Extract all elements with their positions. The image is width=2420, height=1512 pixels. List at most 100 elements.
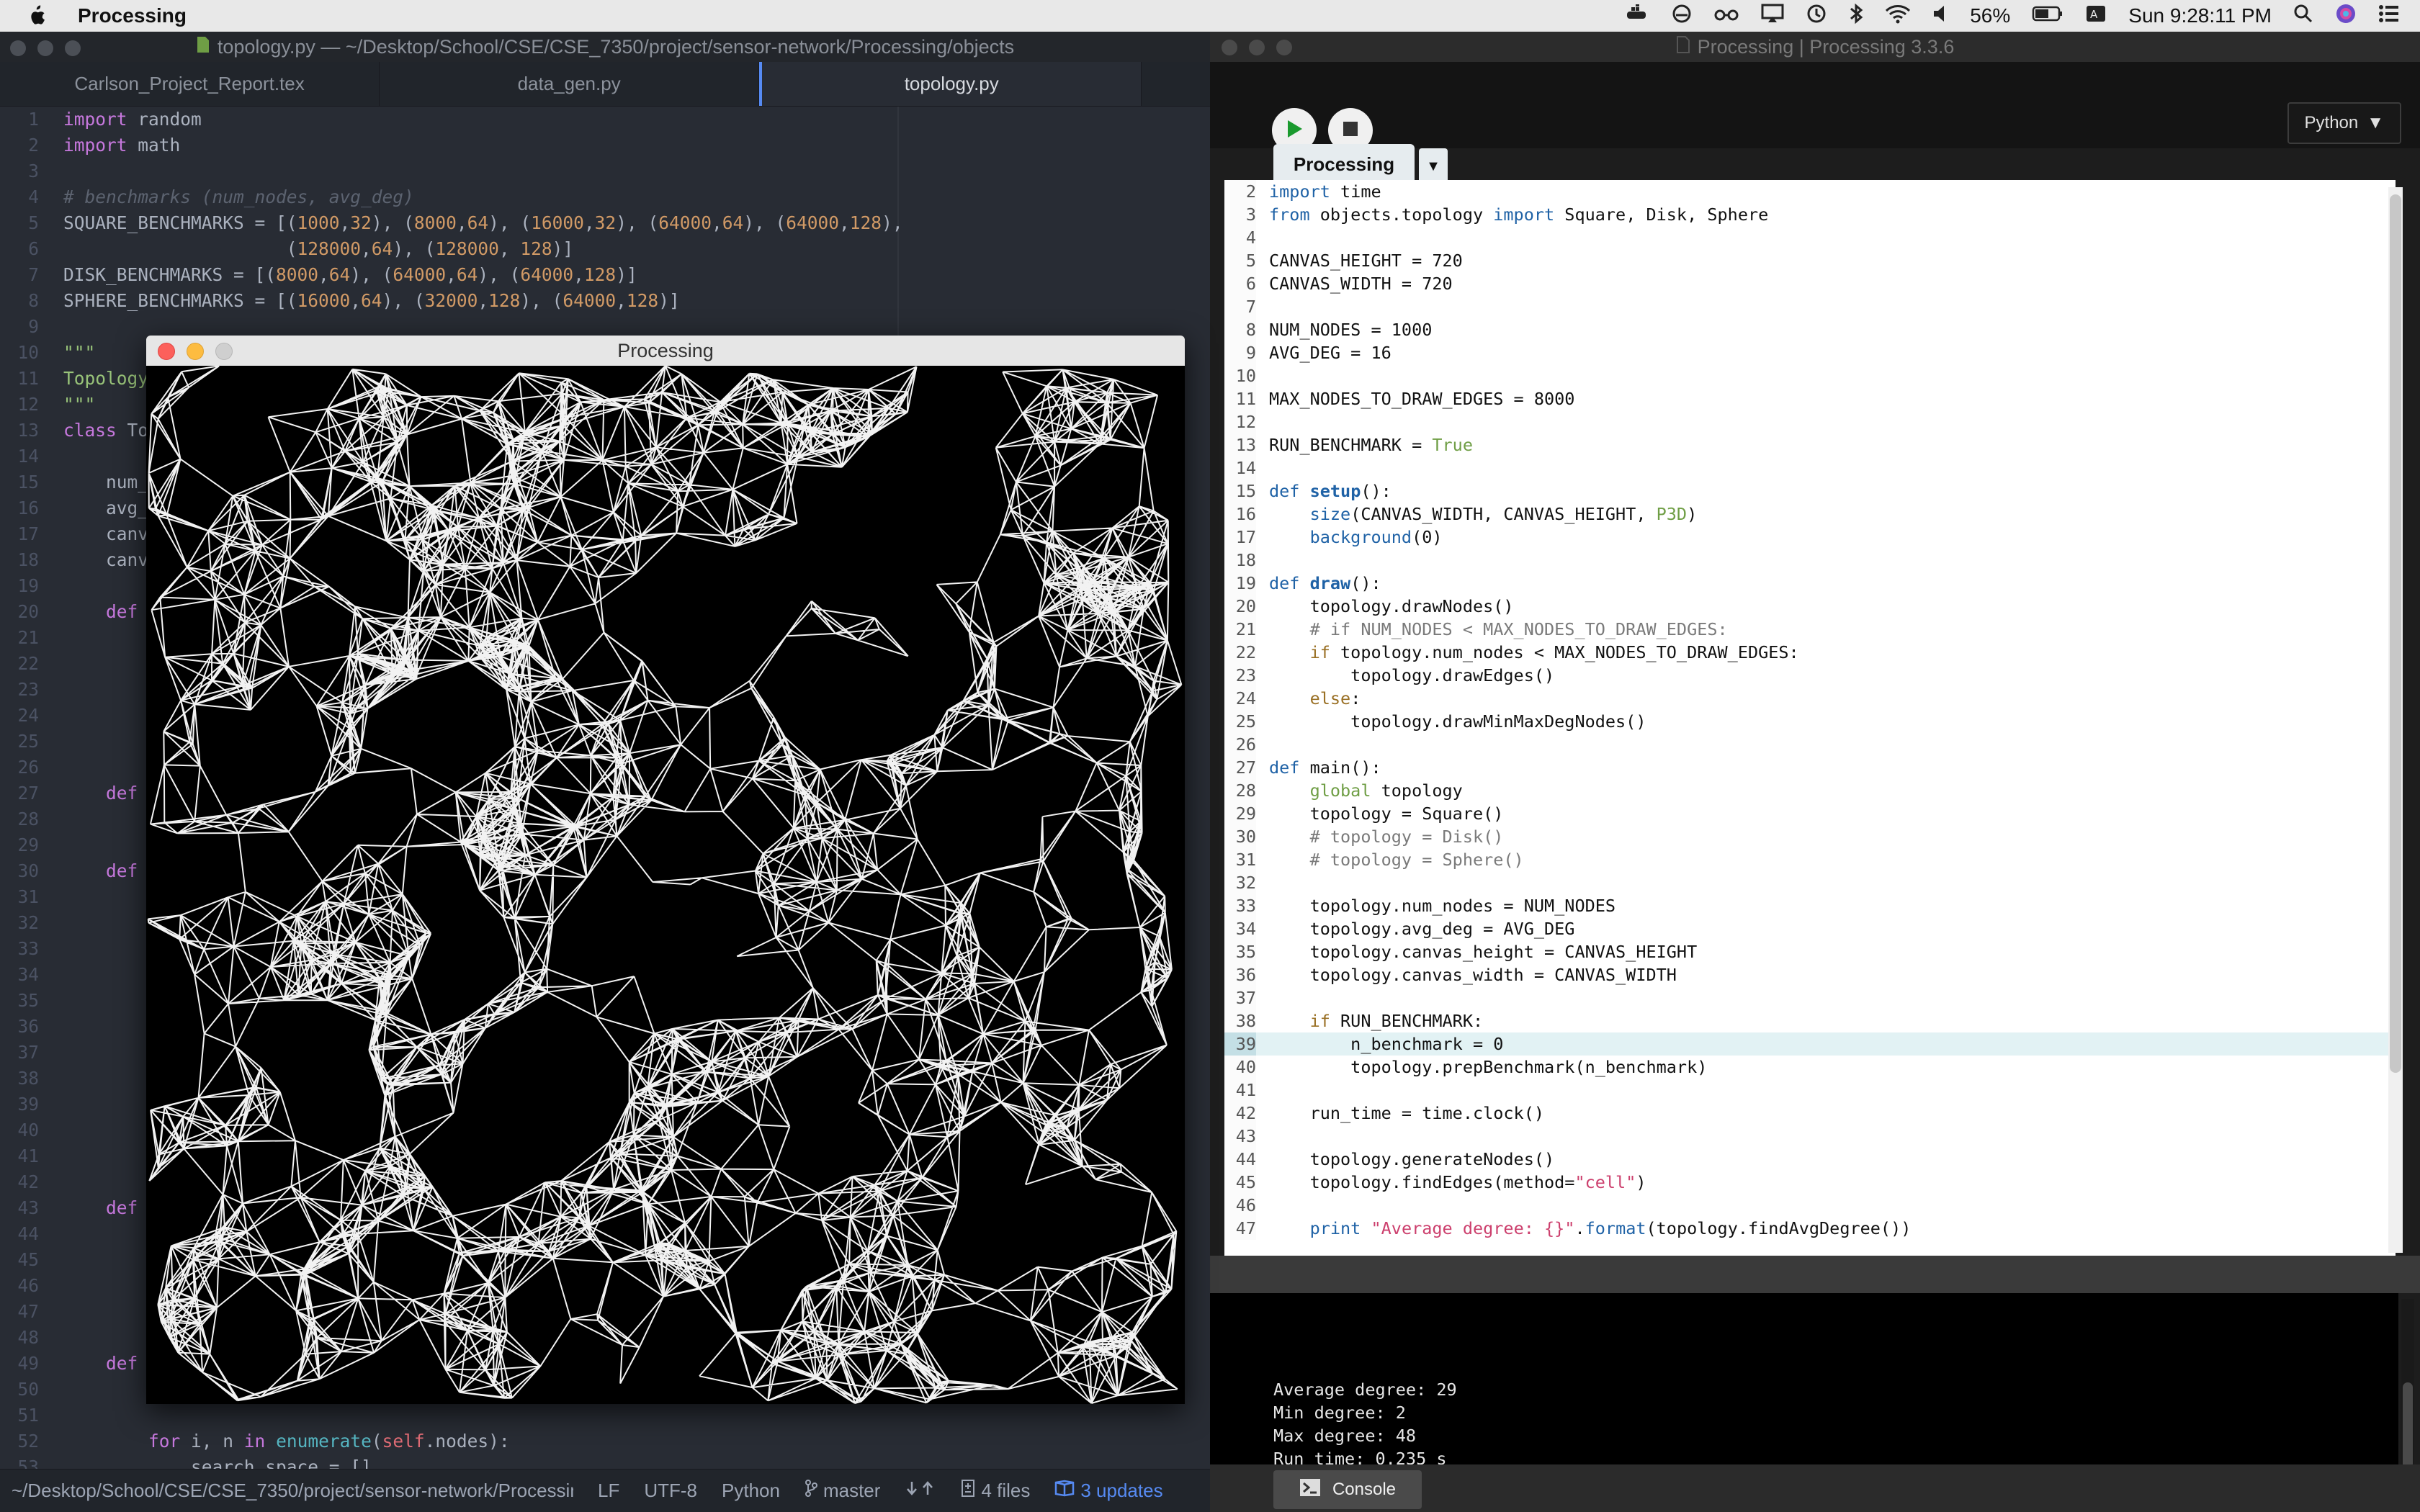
code-line[interactable]: 28 global topology — [1224, 779, 2396, 802]
keyboard-input-icon[interactable]: A — [2085, 4, 2107, 28]
code-line[interactable]: 37 — [1224, 986, 2396, 1009]
code-line[interactable]: 9 AVG_DEG = 16 — [1224, 341, 2396, 364]
code-line[interactable]: 34 topology.avg_deg = AVG_DEG — [1224, 917, 2396, 940]
code-line[interactable]: 18 — [1224, 549, 2396, 572]
code-line[interactable]: 21 # if NUM_NODES < MAX_NODES_TO_DRAW_ED… — [1224, 618, 2396, 641]
code-line[interactable]: 10 — [1224, 364, 2396, 387]
airplay-icon[interactable] — [1761, 4, 1784, 29]
code-line[interactable]: 24 else: — [1224, 687, 2396, 710]
code-line[interactable]: 17 background(0) — [1224, 526, 2396, 549]
tab-processing[interactable]: Processing — [1273, 144, 1415, 184]
code-line[interactable]: 42 run_time = time.clock() — [1224, 1102, 2396, 1125]
battery-icon[interactable] — [2032, 4, 2063, 27]
pde-code-area[interactable]: 2 import time 3 from objects.topology impor… — [1224, 180, 2396, 1261]
minimize-window-button[interactable] — [37, 40, 53, 56]
zoom-window-button[interactable] — [65, 40, 81, 56]
code-line[interactable]: 2 import math — [0, 132, 1210, 158]
console-tab[interactable]: Console — [1273, 1470, 1422, 1509]
code-line[interactable]: 15 def setup(): — [1224, 480, 2396, 503]
code-line[interactable]: 7 DISK_BENCHMARKS = [(8000,64), (64000,64… — [0, 262, 1210, 288]
pde-scrollbar-thumb[interactable] — [2390, 194, 2401, 1073]
console-scrollbar-thumb[interactable] — [2403, 1382, 2413, 1469]
code-line[interactable]: 40 topology.prepBenchmark(n_benchmark) — [1224, 1056, 2396, 1079]
code-line[interactable]: 35 topology.canvas_height = CANVAS_HEIGH… — [1224, 940, 2396, 963]
status-line-ending[interactable]: LF — [598, 1480, 619, 1502]
siri-icon[interactable] — [2335, 3, 2357, 30]
tab-menu-arrow-icon[interactable]: ▼ — [1419, 148, 1448, 184]
menu-clock[interactable]: Sun 9:28:11 PM — [2128, 4, 2272, 27]
code-line[interactable]: 19 def draw(): — [1224, 572, 2396, 595]
status-grammar[interactable]: Python — [722, 1480, 780, 1502]
mode-selector[interactable]: Python ▼ — [2287, 102, 2401, 144]
code-line[interactable]: 3 — [0, 158, 1210, 184]
bluetooth-icon[interactable] — [1849, 3, 1863, 30]
code-line[interactable]: 16 size(CANVAS_WIDTH, CANVAS_HEIGHT, P3D… — [1224, 503, 2396, 526]
close-icon[interactable] — [158, 343, 175, 360]
code-line[interactable]: 20 topology.drawNodes() — [1224, 595, 2396, 618]
notification-center-icon[interactable] — [2378, 4, 2400, 28]
code-line[interactable]: 51 — [0, 1403, 1210, 1428]
status-files[interactable]: 4 files — [961, 1479, 1030, 1503]
code-line[interactable]: 7 — [1224, 295, 2396, 318]
code-line[interactable]: 13 RUN_BENCHMARK = True — [1224, 433, 2396, 456]
time-machine-icon[interactable] — [1806, 3, 1827, 30]
code-line[interactable]: 22 if topology.num_nodes < MAX_NODES_TO_… — [1224, 641, 2396, 664]
code-line[interactable]: 8 SPHERE_BENCHMARKS = [(16000,64), (32000… — [0, 288, 1210, 314]
docker-icon[interactable] — [1626, 2, 1650, 28]
close-window-button[interactable] — [10, 40, 26, 56]
zoom-icon[interactable] — [215, 343, 233, 360]
glasses-icon[interactable] — [1713, 4, 1739, 27]
code-line[interactable]: 39 n_benchmark = 0 — [1224, 1032, 2396, 1056]
code-line[interactable]: 26 — [1224, 733, 2396, 756]
pde-splitter[interactable] — [1210, 1256, 2420, 1293]
code-line[interactable]: 1 import random — [0, 107, 1210, 132]
pde-zoom-button[interactable] — [1276, 40, 1292, 55]
code-line[interactable]: 3 from objects.topology import Square, Di… — [1224, 203, 2396, 226]
code-line[interactable]: 12 — [1224, 410, 2396, 433]
code-line[interactable]: 46 — [1224, 1194, 2396, 1217]
code-line[interactable]: 5 SQUARE_BENCHMARKS = [(1000,32), (8000,6… — [0, 210, 1210, 236]
pde-close-button[interactable] — [1222, 40, 1237, 55]
battery-percent[interactable]: 56% — [1970, 4, 2010, 27]
status-file-path[interactable]: ~/Desktop/School/CSE/CSE_7350/project/se… — [12, 1480, 573, 1502]
code-line[interactable]: 4 — [1224, 226, 2396, 249]
code-line[interactable]: 8 NUM_NODES = 1000 — [1224, 318, 2396, 341]
code-line[interactable]: 30 # topology = Disk() — [1224, 825, 2396, 848]
code-line[interactable]: 38 if RUN_BENCHMARK: — [1224, 1009, 2396, 1032]
code-line[interactable]: 41 — [1224, 1079, 2396, 1102]
git-fetch-arrows-icon[interactable] — [905, 1479, 936, 1503]
code-line[interactable]: 36 topology.canvas_width = CANVAS_WIDTH — [1224, 963, 2396, 986]
code-line[interactable]: 4 # benchmarks (num_nodes, avg_deg) — [0, 184, 1210, 210]
circle-status-icon[interactable] — [1672, 4, 1692, 29]
status-branch[interactable]: master — [805, 1479, 880, 1503]
volume-icon[interactable] — [1932, 4, 1948, 29]
code-line[interactable]: 2 import time — [1224, 180, 2396, 203]
code-line[interactable]: 31 # topology = Sphere() — [1224, 848, 2396, 871]
code-line[interactable]: 5 CANVAS_HEIGHT = 720 — [1224, 249, 2396, 272]
wifi-icon[interactable] — [1885, 4, 1911, 29]
pde-minimize-button[interactable] — [1249, 40, 1265, 55]
code-line[interactable]: 43 — [1224, 1125, 2396, 1148]
code-line[interactable]: 25 topology.drawMinMaxDegNodes() — [1224, 710, 2396, 733]
code-line[interactable]: 11 MAX_NODES_TO_DRAW_EDGES = 8000 — [1224, 387, 2396, 410]
code-line[interactable]: 6 (128000,64), (128000, 128)] — [0, 236, 1210, 262]
code-line[interactable]: 23 topology.drawEdges() — [1224, 664, 2396, 687]
code-line[interactable]: 29 topology = Square() — [1224, 802, 2396, 825]
code-line[interactable]: 6 CANVAS_WIDTH = 720 — [1224, 272, 2396, 295]
apple-icon[interactable] — [14, 4, 58, 27]
code-line[interactable]: 47 print "Average degree: {}".format(top… — [1224, 1217, 2396, 1240]
tab-data-gen[interactable]: data_gen.py — [380, 62, 760, 106]
code-line[interactable]: 33 topology.num_nodes = NUM_NODES — [1224, 894, 2396, 917]
app-menu-name[interactable]: Processing — [78, 4, 187, 27]
status-updates[interactable]: 3 updates — [1054, 1480, 1163, 1502]
topology-graph-canvas[interactable] — [146, 366, 1185, 1404]
code-line[interactable]: 52 for i, n in enumerate(self.nodes): — [0, 1428, 1210, 1454]
tab-topology[interactable]: topology.py — [759, 62, 1142, 106]
tab-bar-empty-space[interactable] — [1142, 62, 1210, 106]
sketch-title-bar[interactable]: Processing — [146, 336, 1185, 366]
spotlight-search-icon[interactable] — [2293, 4, 2313, 29]
code-line[interactable]: 44 topology.generateNodes() — [1224, 1148, 2396, 1171]
tab-carlson-project-report[interactable]: Carlson_Project_Report.tex — [0, 62, 380, 106]
status-encoding[interactable]: UTF-8 — [644, 1480, 697, 1502]
code-line[interactable]: 27 def main(): — [1224, 756, 2396, 779]
